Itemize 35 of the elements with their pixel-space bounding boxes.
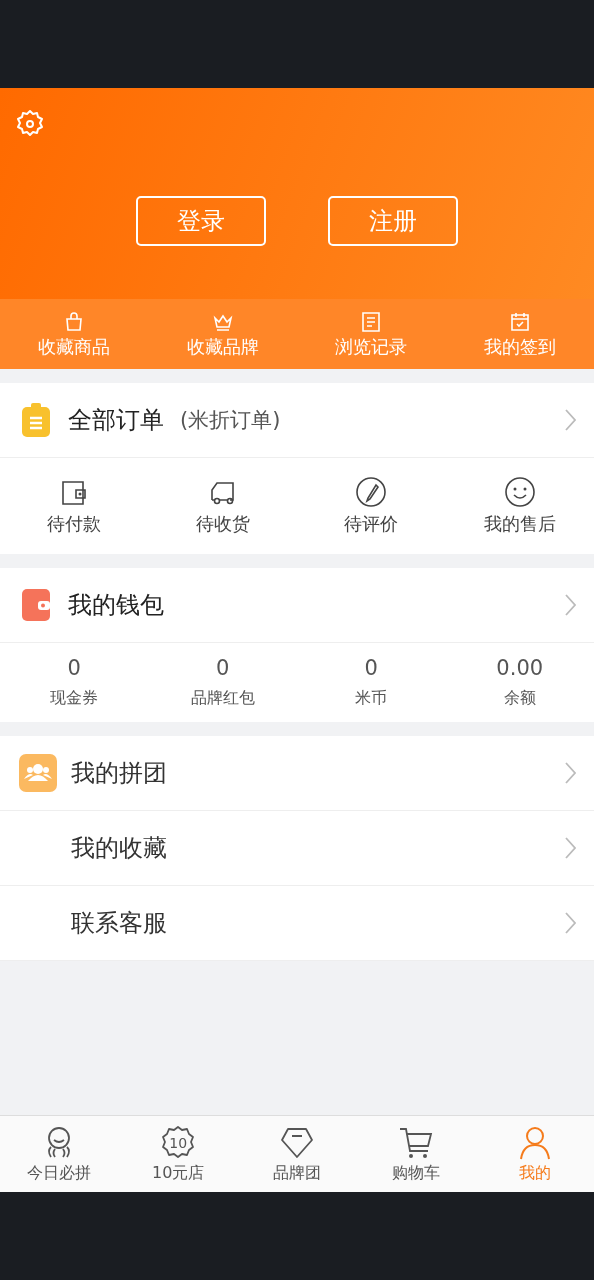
chevron-icon: [564, 761, 576, 785]
order-status-item[interactable]: 待付款: [0, 458, 149, 554]
wallet-title: 我的钱包: [68, 590, 164, 621]
chevron-icon: [564, 593, 576, 617]
chevron-icon: [564, 911, 576, 935]
tab[interactable]: 今日必拼: [0, 1116, 119, 1192]
chevron-icon: [564, 836, 576, 860]
orders-subtitle: (米折订单): [180, 407, 281, 434]
tab[interactable]: 购物车: [356, 1116, 476, 1192]
pencil-icon: [355, 476, 388, 508]
menu-item[interactable]: 联系客服: [0, 886, 594, 961]
stat-value: 0: [364, 656, 378, 680]
menu-item[interactable]: 我的拼团: [0, 736, 594, 811]
stat-value: 0: [67, 656, 81, 680]
tab[interactable]: 10 10元店: [118, 1116, 238, 1192]
stat-label: 现金券: [50, 688, 99, 709]
stat-label: 米币: [355, 688, 388, 709]
stat-label: 余额: [503, 688, 536, 709]
tab[interactable]: 品牌团: [237, 1116, 357, 1192]
order-status-item[interactable]: 待收货: [148, 458, 297, 554]
stat-label: 品牌红包: [190, 688, 255, 709]
order-status-item[interactable]: 我的售后: [445, 458, 594, 554]
wallet-row[interactable]: 我的钱包: [0, 568, 594, 643]
smiley-icon: [503, 476, 536, 508]
orders-title: 全部订单: [68, 405, 164, 436]
all-orders-row[interactable]: 全部订单 (米折订单): [0, 383, 594, 458]
stat-value: 0: [216, 656, 230, 680]
price-badge-icon: 10: [160, 1124, 197, 1161]
wallet-icon: [22, 589, 50, 621]
group-icon: [19, 754, 57, 792]
stat-value: 0.00: [496, 656, 544, 680]
chevron-icon: [564, 408, 576, 432]
menu-item[interactable]: 我的收藏: [0, 811, 594, 886]
clipboard-icon: [22, 403, 50, 437]
order-status-item[interactable]: 待评价: [297, 458, 446, 554]
